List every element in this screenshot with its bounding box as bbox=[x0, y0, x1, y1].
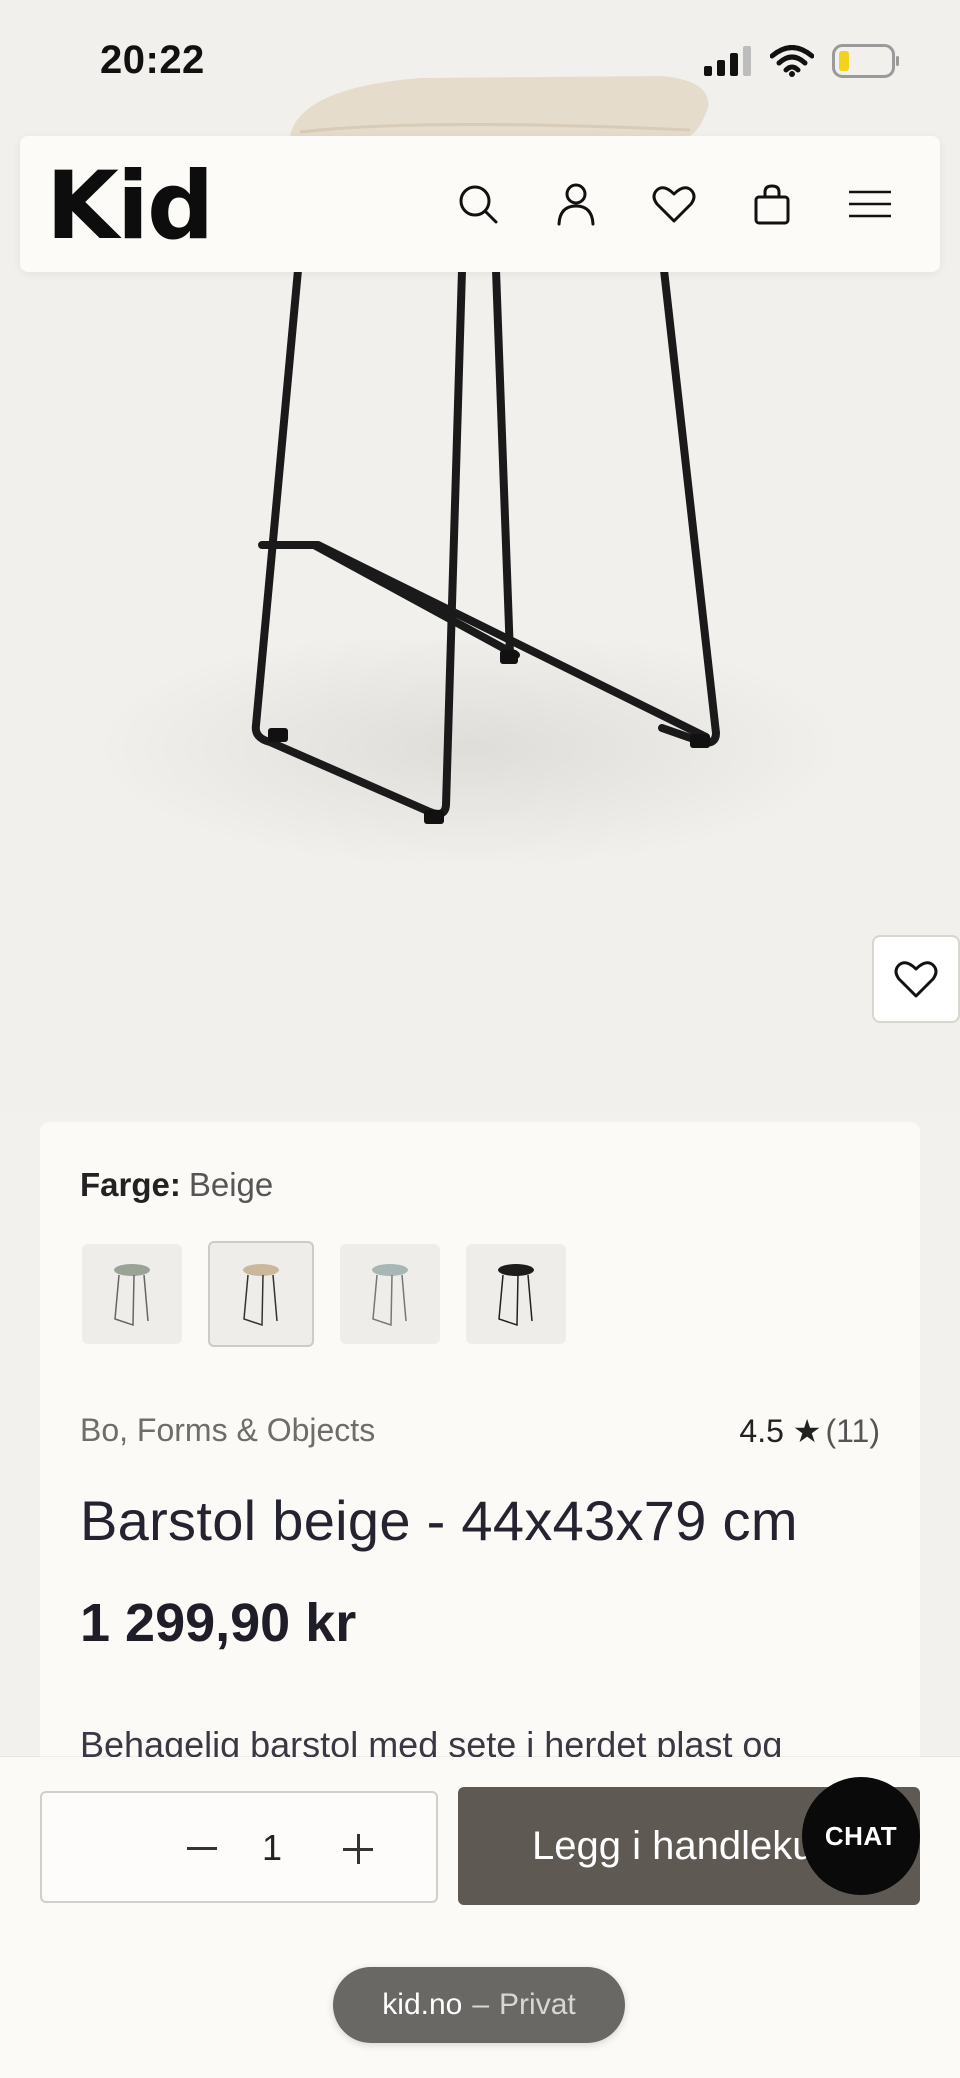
chat-button[interactable]: CHAT bbox=[802, 1777, 920, 1895]
review-count: (11) bbox=[825, 1413, 880, 1449]
swatch-beige[interactable] bbox=[208, 1241, 314, 1347]
product-title: Barstol beige - 44x43x79 cm bbox=[80, 1489, 798, 1552]
color-label: Farge: bbox=[80, 1166, 181, 1203]
decrease-quantity-button[interactable] bbox=[174, 1821, 230, 1877]
wifi-icon bbox=[770, 45, 814, 77]
site-header: Kid bbox=[20, 136, 940, 272]
url-domain: kid.no bbox=[382, 1988, 463, 2021]
add-to-wishlist-button[interactable] bbox=[872, 935, 960, 1023]
signal-icon bbox=[704, 46, 751, 76]
status-bar: 20:22 bbox=[0, 0, 960, 130]
add-to-cart-bar: 1 Legg i handlekurv CHAT kid.no – Privat bbox=[0, 1757, 960, 2078]
minus-icon bbox=[187, 1847, 217, 1850]
search-icon[interactable] bbox=[448, 174, 508, 234]
battery-icon bbox=[832, 44, 899, 78]
heart-icon bbox=[894, 961, 938, 998]
color-value: Beige bbox=[188, 1166, 274, 1203]
quantity-stepper: 1 bbox=[40, 1791, 438, 1903]
kid-logo[interactable]: Kid bbox=[46, 152, 214, 261]
bag-icon[interactable] bbox=[742, 174, 802, 234]
page: 20:22 Kid Farge: Beige Bo, Forms & Objec… bbox=[0, 0, 960, 2078]
color-selector-label: Farge: Beige bbox=[80, 1166, 273, 1204]
swatch-black[interactable] bbox=[466, 1244, 566, 1344]
stool-thumbnail-blue bbox=[372, 1264, 408, 1327]
status-time: 20:22 bbox=[100, 38, 205, 82]
product-brand[interactable]: Bo, Forms & Objects bbox=[80, 1412, 375, 1449]
plus-icon bbox=[343, 1834, 373, 1864]
color-swatches bbox=[82, 1241, 566, 1347]
stool-thumbnail-green bbox=[114, 1264, 150, 1327]
increase-quantity-button[interactable] bbox=[330, 1821, 386, 1877]
rating-value: 4.5 ★ bbox=[739, 1413, 822, 1449]
quantity-value: 1 bbox=[262, 1827, 283, 1868]
menu-icon[interactable] bbox=[840, 174, 900, 234]
browsing-mode: Privat bbox=[499, 1988, 576, 2021]
account-icon[interactable] bbox=[546, 174, 606, 234]
product-price: 1 299,90 kr bbox=[80, 1593, 357, 1653]
browser-url-pill[interactable]: kid.no – Privat bbox=[333, 1967, 625, 2043]
url-separator: – bbox=[472, 1988, 490, 2021]
swatch-blue[interactable] bbox=[340, 1244, 440, 1344]
product-rating[interactable]: 4.5 ★ (11) bbox=[739, 1412, 880, 1450]
status-icons bbox=[704, 44, 900, 78]
swatch-green[interactable] bbox=[82, 1244, 182, 1344]
stool-thumbnail-black bbox=[498, 1264, 534, 1327]
wishlist-icon[interactable] bbox=[644, 174, 704, 234]
stool-thumbnail-beige bbox=[243, 1264, 279, 1327]
